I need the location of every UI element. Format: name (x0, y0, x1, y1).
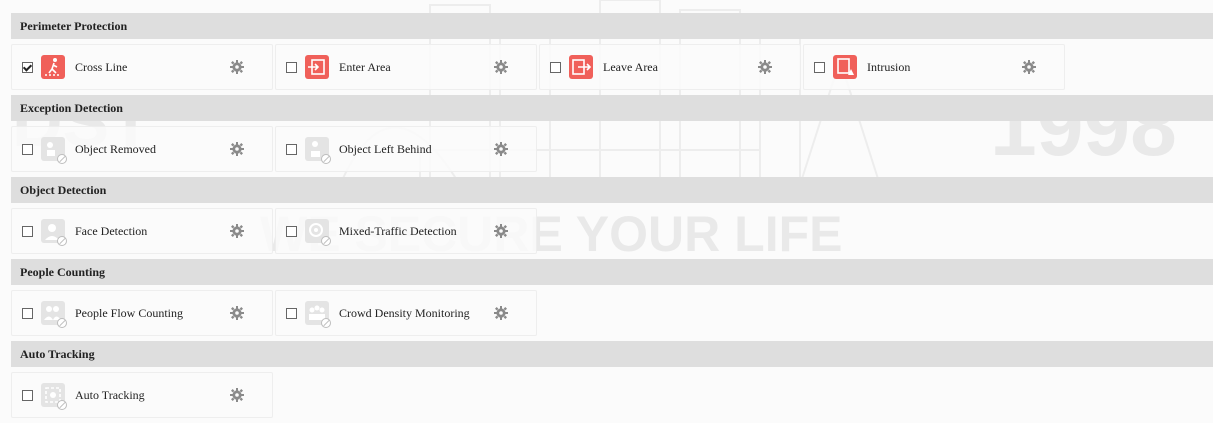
leave-area-label: Leave Area (603, 59, 658, 74)
object-removed-label: Object Removed (75, 141, 156, 156)
people-flow-counting-checkbox[interactable] (22, 307, 33, 319)
cross-line-label: Cross Line (75, 59, 128, 74)
section-header-people-counting: People Counting (11, 259, 1213, 285)
function-card-intrusion: Intrusion (803, 44, 1065, 90)
enter-area-icon (305, 55, 329, 79)
intrusion-checkbox[interactable] (814, 61, 825, 73)
section-row-exception-detection: Object Removed Object Left Behind (11, 121, 1213, 177)
intrusion-settings-gear-icon[interactable] (1022, 60, 1036, 74)
disabled-badge-icon (321, 154, 331, 164)
disabled-badge-icon (57, 318, 67, 328)
function-card-object-left-behind: Object Left Behind (275, 126, 537, 172)
section-row-auto-tracking: Auto Tracking (11, 367, 1213, 423)
disabled-badge-icon (321, 318, 331, 328)
mixed-traffic-icon (305, 219, 331, 246)
function-card-people-flow-counting: People Flow Counting (11, 290, 273, 336)
section-row-perimeter-protection: Cross Line Enter Area Leave Area Intrusion (11, 39, 1213, 95)
enter-area-label: Enter Area (339, 59, 391, 74)
leave-area-settings-gear-icon[interactable] (758, 60, 772, 74)
face-detection-checkbox[interactable] (22, 225, 33, 237)
intrusion-label: Intrusion (867, 59, 911, 74)
object-removed-checkbox[interactable] (22, 143, 33, 155)
intrusion-icon (833, 55, 857, 79)
crowd-density-monitoring-label: Crowd Density Monitoring (339, 305, 470, 320)
function-card-mixed-traffic-detection: Mixed-Traffic Detection (275, 208, 537, 254)
people-flow-icon (41, 301, 67, 328)
mixed-traffic-detection-label: Mixed-Traffic Detection (339, 223, 457, 238)
auto-tracking-icon (41, 383, 67, 410)
object-left-behind-checkbox[interactable] (286, 143, 297, 155)
disabled-badge-icon (321, 236, 331, 246)
section-header-exception-detection: Exception Detection (11, 95, 1213, 121)
object-removed-icon (41, 137, 67, 164)
cross-line-checkbox[interactable] (22, 61, 33, 73)
object-left-behind-label: Object Left Behind (339, 141, 432, 156)
mixed-traffic-detection-checkbox[interactable] (286, 225, 297, 237)
section-header-perimeter-protection: Perimeter Protection (11, 13, 1213, 39)
function-card-auto-tracking: Auto Tracking (11, 372, 273, 418)
crowd-density-monitoring-settings-gear-icon[interactable] (494, 306, 508, 320)
object-left-behind-icon (305, 137, 331, 164)
function-card-crowd-density-monitoring: Crowd Density Monitoring (275, 290, 537, 336)
function-card-face-detection: Face Detection (11, 208, 273, 254)
smart-plan-panel: Perimeter Protection Cross Line Enter Area… (0, 0, 1213, 423)
disabled-badge-icon (57, 400, 67, 410)
leave-area-checkbox[interactable] (550, 61, 561, 73)
section-row-object-detection: Face Detection Mixed-Traffic Detection (11, 203, 1213, 259)
cross-line-icon (41, 55, 65, 79)
people-flow-counting-label: People Flow Counting (75, 305, 184, 320)
object-removed-settings-gear-icon[interactable] (230, 142, 244, 156)
people-flow-counting-settings-gear-icon[interactable] (230, 306, 244, 320)
crowd-density-monitoring-checkbox[interactable] (286, 307, 297, 319)
crowd-density-icon (305, 301, 331, 328)
enter-area-checkbox[interactable] (286, 61, 297, 73)
function-card-leave-area: Leave Area (539, 44, 801, 90)
section-row-people-counting: People Flow Counting Crowd Density Monito… (11, 285, 1213, 341)
auto-tracking-settings-gear-icon[interactable] (230, 388, 244, 402)
function-card-object-removed: Object Removed (11, 126, 273, 172)
enter-area-settings-gear-icon[interactable] (494, 60, 508, 74)
function-card-cross-line: Cross Line (11, 44, 273, 90)
disabled-badge-icon (57, 154, 67, 164)
face-detection-icon (41, 219, 67, 246)
function-card-enter-area: Enter Area (275, 44, 537, 90)
section-header-object-detection: Object Detection (11, 177, 1213, 203)
object-left-behind-settings-gear-icon[interactable] (494, 142, 508, 156)
disabled-badge-icon (57, 236, 67, 246)
cross-line-settings-gear-icon[interactable] (230, 60, 244, 74)
auto-tracking-label: Auto Tracking (75, 387, 145, 402)
leave-area-icon (569, 55, 593, 79)
mixed-traffic-detection-settings-gear-icon[interactable] (494, 224, 508, 238)
face-detection-settings-gear-icon[interactable] (230, 224, 244, 238)
section-header-auto-tracking: Auto Tracking (11, 341, 1213, 367)
face-detection-label: Face Detection (75, 223, 148, 238)
auto-tracking-checkbox[interactable] (22, 389, 33, 401)
